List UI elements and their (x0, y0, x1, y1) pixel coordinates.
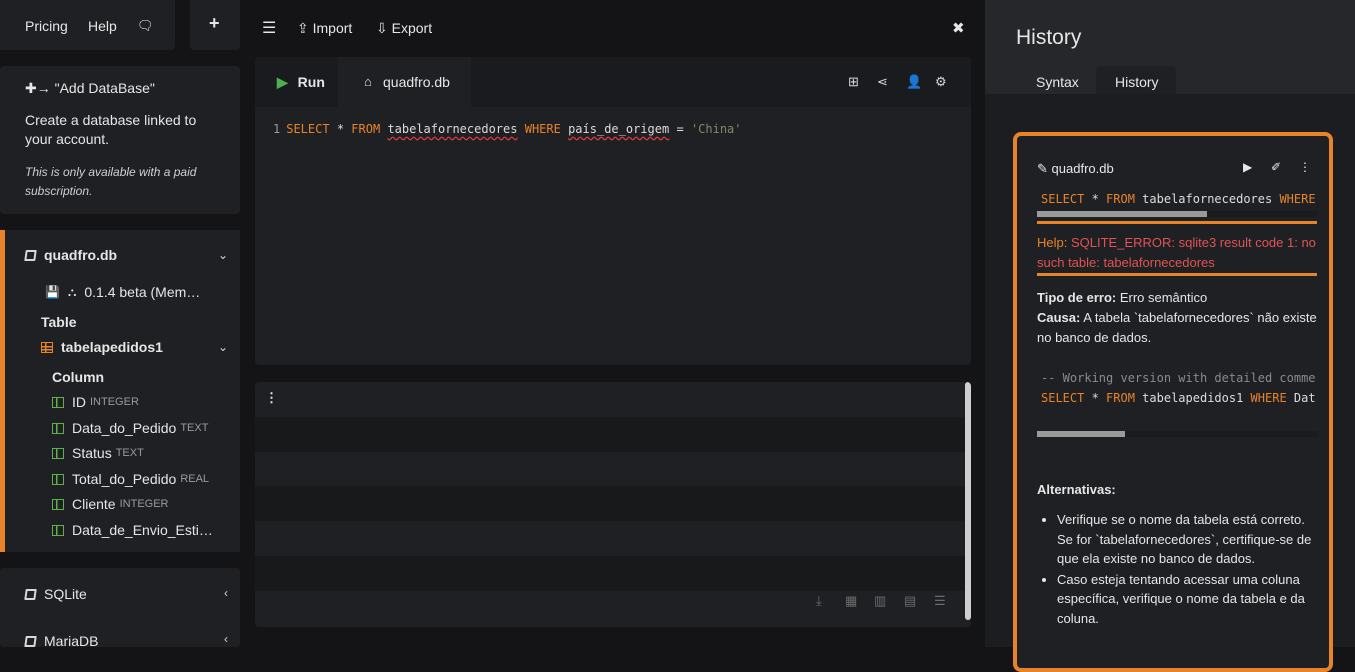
chart-icon[interactable]: ▥ (874, 593, 886, 609)
import-button[interactable]: ⇪ Import (297, 20, 352, 37)
more-vertical-icon[interactable]: ⋮ (1299, 160, 1311, 174)
scroll-thumb[interactable] (1037, 431, 1125, 437)
alternatives-list: Verifique se o nome da tabela está corre… (1037, 510, 1322, 629)
play-icon: ▶ (277, 74, 288, 90)
pencil-icon[interactable]: ✎ (1037, 161, 1048, 176)
database-icon (24, 588, 37, 600)
column-icon (52, 447, 64, 459)
engine-list: SQLite ‹ MariaDB ‹ (0, 568, 240, 649)
chevron-down-icon[interactable]: ⌄ (218, 248, 228, 262)
add-button[interactable]: + (190, 0, 240, 50)
scrollbar[interactable] (965, 382, 971, 620)
play-icon[interactable]: ▶ (1243, 160, 1252, 174)
list-item: Verifique se o nome da tabela está corre… (1057, 510, 1322, 569)
download-icon: ⇩ (376, 20, 392, 36)
help-link[interactable]: Help (88, 18, 117, 34)
home-icon: ⌂ (364, 74, 372, 89)
result-row (255, 556, 965, 591)
chevron-left-icon[interactable]: ‹ (224, 632, 228, 646)
left-sidebar: Pricing Help 🗨 + ✚→ "Add DataBase" Creat… (0, 0, 240, 649)
chevron-left-icon[interactable]: ‹ (224, 586, 228, 600)
chat-icon[interactable]: 🗨 (137, 18, 154, 34)
column-icon (52, 498, 64, 510)
plus-arrow-icon: ✚→ (25, 80, 55, 96)
upload-icon: ⇪ (297, 20, 313, 36)
result-row (255, 486, 965, 521)
result-row (255, 417, 965, 452)
tab-syntax[interactable]: Syntax (1036, 74, 1079, 90)
book-icon[interactable]: ▤ (904, 593, 916, 609)
tab-quadfro[interactable]: ⌂ quadfro.db (338, 57, 471, 107)
table-view-icon[interactable]: ▦ (845, 593, 857, 609)
history-entry-card: ✎ quadfro.db ▶ ✐ ⋮ SELECT * FROM tabelaf… (1013, 132, 1333, 672)
list-item: Caso esteja tentando acessar uma coluna … (1057, 570, 1322, 629)
pricing-link[interactable]: Pricing (25, 18, 68, 34)
column-icon (52, 473, 64, 485)
history-title: History (1016, 26, 1082, 49)
add-database-description: Create a database linked to your account… (25, 112, 197, 147)
code-comment: -- Working version with detailed comme (1041, 371, 1316, 385)
sql-editor: ▶ Run ⌂ quadfro.db ⊞ ⋖ 👤 ⚙ 1 SELECT * FRO… (255, 57, 971, 365)
divider (1037, 273, 1317, 276)
share-icon[interactable]: ⋖ (877, 74, 888, 90)
alternatives-heading: Alternativas: (1037, 482, 1116, 497)
gear-icon[interactable]: ⚙ (935, 74, 947, 90)
database-icon (24, 249, 37, 261)
history-sql[interactable]: SELECT * FROM tabelafornecedores WHERE (1041, 192, 1321, 206)
code-line[interactable]: 1 SELECT * FROM tabelafornecedores WHERE … (273, 122, 742, 136)
chevron-down-icon[interactable]: ⌄ (218, 340, 228, 354)
edit-icon[interactable]: ✐ (1271, 160, 1281, 174)
database-tree: quadfro.db ⌄ 💾 ⛬ 0.1.4 beta (Mem… Table … (0, 230, 240, 552)
schema-icon[interactable]: ⛬ (68, 285, 76, 300)
add-database-panel: ✚→ "Add DataBase" Create a database link… (0, 66, 240, 214)
history-panel: History Syntax History ✎ quadfro.db ▶ ✐ … (985, 0, 1355, 672)
main-area: ☰ ⇪ Import ⇩ Export ✖ ▶ Run ⌂ quadfro.db… (240, 0, 985, 647)
export-button[interactable]: ⇩ Export (376, 20, 432, 37)
history-entry-db: ✎ quadfro.db (1037, 161, 1114, 176)
divider (1037, 221, 1317, 224)
add-square-icon[interactable]: ⊞ (848, 74, 859, 90)
error-message: Help: SQLITE_ERROR: sqlite3 result code … (1037, 235, 1316, 270)
database-icon (24, 635, 37, 647)
scroll-thumb[interactable] (1037, 211, 1207, 217)
column-icon (52, 422, 64, 434)
download-icon[interactable]: ⤓ (816, 593, 822, 609)
save-icon[interactable]: 💾 (45, 285, 60, 299)
close-icon[interactable]: ✖ (952, 19, 965, 37)
user-icon[interactable]: 👤 (906, 74, 922, 90)
column-icon (52, 396, 64, 408)
error-details: Tipo de erro: Erro semântico Causa: A ta… (1037, 290, 1317, 345)
run-button[interactable]: ▶ Run (277, 74, 325, 91)
column-icon (52, 524, 64, 536)
top-nav: Pricing Help 🗨 (0, 0, 175, 50)
working-sql: SELECT * FROM tabelapedidos1 WHERE Dat (1041, 391, 1316, 405)
list-icon[interactable]: ☰ (934, 593, 946, 609)
plus-icon: + (209, 13, 220, 33)
table-icon (41, 341, 53, 353)
add-database-heading[interactable]: ✚→ "Add DataBase" (25, 80, 215, 97)
subscription-note: This is only available with a paid subsc… (25, 165, 197, 198)
menu-icon[interactable]: ☰ (262, 18, 276, 38)
tab-history[interactable]: History (1115, 74, 1159, 90)
editor-tabbar: ▶ Run ⌂ quadfro.db ⊞ ⋖ 👤 ⚙ (255, 57, 971, 107)
results-panel: ⋮ ⤓ ▦ ▥ ▤ ☰ (255, 382, 971, 627)
more-vertical-icon[interactable]: ⋮ (265, 390, 278, 406)
